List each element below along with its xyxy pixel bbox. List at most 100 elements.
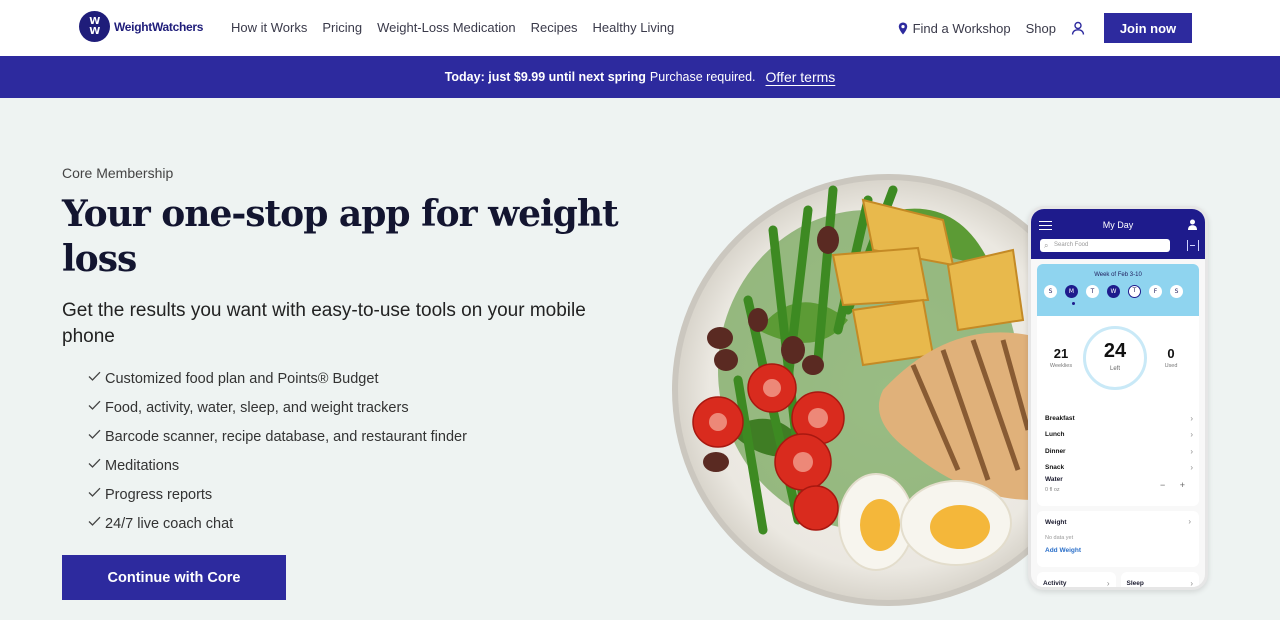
meal-label: Snack — [1045, 464, 1065, 472]
feature-text: 24/7 live coach chat — [105, 515, 234, 532]
sleep-card: Sleep › — [1120, 572, 1199, 588]
meal-row-snack: Snack › — [1045, 460, 1193, 477]
water-label: Water — [1045, 476, 1063, 483]
check-icon — [88, 371, 101, 381]
sleep-label: Sleep — [1126, 579, 1144, 587]
week-label: Week of Feb 3-10 — [1094, 272, 1142, 278]
used-stat: 0 Used — [1151, 346, 1191, 369]
find-workshop-link[interactable]: Find a Workshop — [898, 21, 1011, 36]
membership-eyebrow: Core Membership — [62, 165, 174, 181]
used-label: Used — [1164, 363, 1178, 369]
feature-text: Customized food plan and Points® Budget — [105, 370, 379, 387]
day-chip: W — [1107, 285, 1120, 298]
nav-links: How it Works Pricing Weight-Loss Medicat… — [231, 20, 674, 35]
feature-item: Progress reports — [88, 480, 467, 509]
points-left-value: 24 — [1103, 340, 1127, 362]
phone-daily-card: Week of Feb 3-10 S M T W T F S 21 Weekli… — [1037, 264, 1199, 506]
logo-badge-w2: W — [89, 25, 100, 37]
check-icon — [88, 516, 101, 526]
phone-header: My Day Search Food — [1031, 209, 1205, 259]
chevron-right-icon: › — [1190, 430, 1193, 440]
water-value: 0 fl oz — [1045, 487, 1060, 493]
nav-link-weight-loss-medication[interactable]: Weight-Loss Medication — [377, 20, 516, 35]
feature-item: Barcode scanner, recipe database, and re… — [88, 422, 467, 451]
phone-bottom-cards: Activity › Sleep › — [1037, 572, 1199, 588]
feature-item: Meditations — [88, 451, 467, 480]
meal-row-dinner: Dinner › — [1045, 443, 1193, 460]
day-chip: F — [1149, 285, 1162, 298]
check-icon — [88, 400, 101, 410]
meal-label: Dinner — [1045, 447, 1066, 455]
chevron-right-icon: › — [1106, 578, 1110, 588]
water-controls: − + — [1159, 480, 1191, 490]
meal-row-breakfast: Breakfast › — [1045, 410, 1193, 427]
logo-badge: W W — [79, 11, 110, 42]
account-icon[interactable] — [1071, 21, 1085, 35]
feature-text: Meditations — [105, 457, 180, 474]
day-selector: S M T W T F S — [1044, 285, 1183, 298]
nav-link-healthy-living[interactable]: Healthy Living — [593, 20, 675, 35]
chevron-right-icon: › — [1190, 413, 1193, 423]
weeklies-stat: 21 Weeklies — [1041, 346, 1081, 369]
logo-text: WeightWatchers — [114, 19, 204, 34]
selected-day-dot — [1072, 302, 1075, 305]
check-icon — [88, 487, 101, 497]
nav-link-how-it-works[interactable]: How it Works — [231, 20, 307, 35]
activity-card: Activity › — [1037, 572, 1116, 588]
chevron-right-icon: › — [1188, 517, 1191, 526]
meal-row-lunch: Lunch › — [1045, 427, 1193, 444]
join-now-button[interactable]: Join now — [1104, 13, 1192, 43]
phone-search-field: Search Food — [1040, 239, 1170, 252]
top-nav: W W WeightWatchers How it Works Pricing … — [0, 0, 1280, 56]
feature-item: Food, activity, water, sleep, and weight… — [88, 393, 467, 422]
find-workshop-label: Find a Workshop — [912, 20, 1011, 36]
day-chip: S — [1170, 285, 1183, 298]
logo-badge-w1: W — [89, 15, 100, 27]
day-chip: T — [1086, 285, 1099, 298]
chevron-right-icon: › — [1190, 463, 1193, 473]
offer-terms-link[interactable]: Offer terms — [766, 69, 836, 85]
day-chip: M — [1065, 285, 1078, 298]
feature-text: Barcode scanner, recipe database, and re… — [105, 428, 467, 445]
hero-subheadline: Get the results you want with easy-to-us… — [62, 300, 586, 347]
nav-link-pricing[interactable]: Pricing — [322, 20, 362, 35]
week-calendar: Week of Feb 3-10 S M T W T F S — [1037, 264, 1199, 316]
ww-logo[interactable]: W W WeightWatchers — [79, 11, 203, 42]
meal-list: Breakfast › Lunch › Dinner › Snack › Water 0… — [1037, 410, 1199, 506]
promo-note: Purchase required. — [649, 70, 756, 84]
barcode-scan-icon — [1187, 240, 1199, 251]
weeklies-value: 21 — [1053, 346, 1069, 361]
phone-title: My Day — [1102, 220, 1134, 230]
feature-item: Customized food plan and Points® Budget — [88, 364, 467, 393]
water-tracker: Water 0 fl oz − + — [1045, 476, 1193, 502]
weight-card: Weight No data yet Add Weight › — [1037, 511, 1199, 567]
feature-text: Progress reports — [105, 486, 213, 503]
continue-with-core-button[interactable]: Continue with Core — [62, 555, 286, 600]
weight-label: Weight — [1045, 519, 1067, 526]
chevron-right-icon: › — [1190, 446, 1193, 456]
location-pin-icon — [898, 22, 907, 34]
points-stats: 21 Weeklies 24 Left 0 Used — [1037, 316, 1199, 410]
check-icon — [88, 458, 101, 468]
activity-label: Activity — [1043, 579, 1067, 587]
phone-mockup: My Day Search Food Week of Feb 3-10 S M … — [1028, 206, 1208, 590]
weight-no-data: No data yet — [1045, 535, 1074, 541]
promo-banner: Today: just $9.99 until next spring Purc… — [0, 56, 1280, 98]
check-icon — [88, 429, 101, 439]
day-chip: S — [1044, 285, 1057, 298]
feature-text: Food, activity, water, sleep, and weight… — [105, 399, 409, 416]
nav-link-recipes[interactable]: Recipes — [531, 20, 578, 35]
weeklies-label: Weeklies — [1049, 363, 1073, 369]
day-chip-today: T — [1128, 285, 1141, 298]
feature-list: Customized food plan and Points® Budget … — [88, 364, 467, 538]
promo-text: Today: just $9.99 until next spring — [444, 70, 646, 84]
profile-icon — [1188, 219, 1197, 230]
chevron-right-icon: › — [1190, 578, 1193, 588]
hero-headline: Your one-stop app for weight loss — [62, 193, 619, 280]
feature-item: 24/7 live coach chat — [88, 509, 467, 538]
meal-label: Lunch — [1045, 431, 1065, 439]
add-weight-link: Add Weight — [1045, 547, 1081, 554]
used-value: 0 — [1167, 346, 1175, 361]
meal-label: Breakfast — [1045, 414, 1075, 422]
shop-link[interactable]: Shop — [1026, 21, 1056, 36]
